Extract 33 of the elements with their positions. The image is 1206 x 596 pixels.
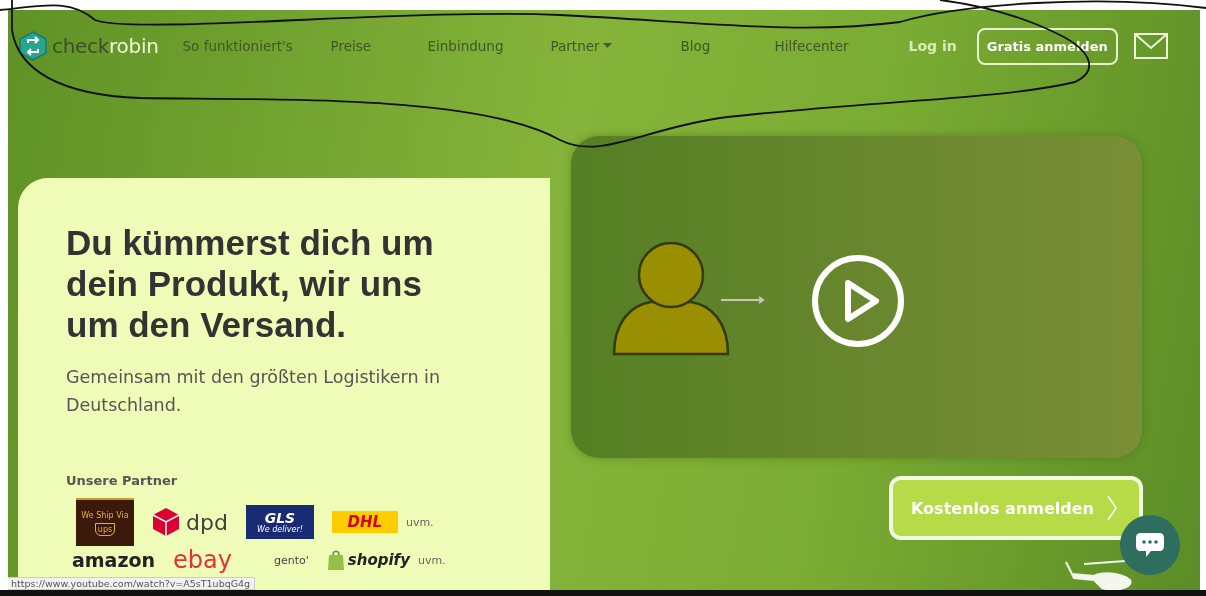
signup-button[interactable]: Kostenlos anmelden [889,476,1143,540]
hero-headline: Du kümmerst dich um dein Produkt, wir uns um den Versand. [66,222,435,345]
parcel-cube-icon [152,507,180,537]
partner-logo: amazon [72,549,156,571]
status-url: https://www.youtube.com/watch?v=A5sT1ubqG4g [8,577,256,590]
more-text: uvm. [405,515,434,529]
mail-icon[interactable] [1133,33,1168,59]
shopping-bag-icon [326,549,345,571]
partner-logo: gento' [274,553,309,567]
more-text: uvm. [417,553,446,567]
play-icon[interactable] [811,254,905,348]
partner-logo: GLS We deliver! [245,505,314,539]
nav-link[interactable]: Preise [330,38,428,54]
nav-link[interactable]: Hilfecenter [774,38,865,54]
partner-logo: shopify [347,551,410,569]
chevron-icon [1107,495,1117,521]
nav-link[interactable]: Blog [680,38,775,54]
nav-link[interactable]: Einbindung [427,38,551,54]
chat-button[interactable] [1120,515,1180,575]
nav-link[interactable]: Partner [550,38,681,54]
login-link[interactable]: Log in [908,38,957,54]
partner-logo: DHL [331,511,398,533]
video-thumbnail[interactable] [571,136,1142,458]
caret-icon[interactable] [602,43,612,49]
nav-link[interactable]: So funktioniert's [182,38,331,54]
partner-logo: ebay [173,546,232,574]
cube-logo-icon [18,31,48,61]
brand-logo[interactable]: checkrobin [52,34,159,58]
hero-subtitle: Gemeinsam mit den größten Logistikern in Deutschland. [66,366,442,417]
partner-logo: We Ship Via ups [76,498,134,546]
partner-logo: dpd [186,509,228,535]
partners-label: Unsere Partner [66,473,179,488]
chat-bubble-icon [1135,532,1165,558]
